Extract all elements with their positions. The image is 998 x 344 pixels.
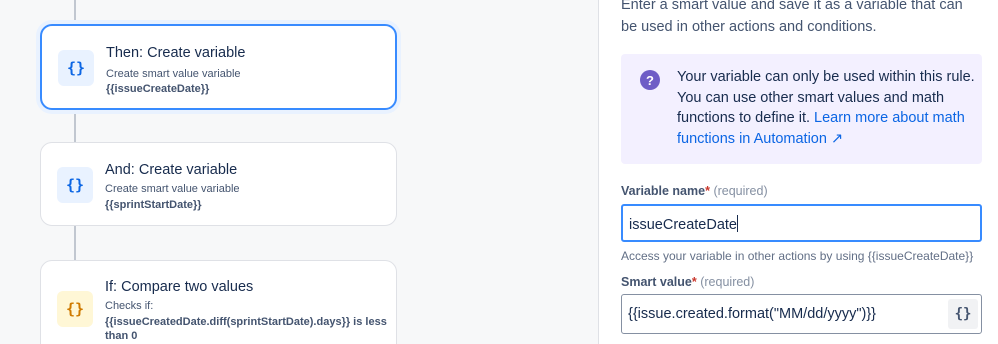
rule-card-compare-values[interactable]: {} If: Compare two values Checks if: {{i… [40,260,397,344]
question-icon: ? [640,70,660,90]
variable-name-field[interactable]: issueCreateDate [621,204,982,242]
panel-divider [598,0,599,344]
variable-name-value: issueCreateDate [629,217,737,233]
text-caret [737,215,738,232]
required-text: (required) [700,275,755,289]
required-mark: * [705,184,710,198]
variable-name-helper: Access your variable in other actions by… [621,249,974,263]
info-section-message: ? Your variable can only be used within … [621,54,982,164]
smart-value-field[interactable]: {{issue.created.format("MM/dd/yyyy")}} {… [621,294,982,334]
connector-line [74,0,76,24]
connector-line [74,110,76,142]
panel-intro: Enter a smart value and save it as a var… [621,0,963,35]
connector-line [74,226,76,260]
card-title: Then: Create variable [106,45,246,61]
card-subtitle: Create smart value variable [105,183,240,195]
label-text: Smart value [621,275,692,289]
card-variable: {{sprintStartDate}} [105,199,202,211]
required-mark: * [691,275,697,289]
label-text: Variable name [621,184,706,198]
card-variable: {{issueCreateDate}} [106,83,210,95]
card-subtitle: Create smart value variable [106,68,241,80]
rule-card-create-variable-1[interactable]: {} Then: Create variable Create smart va… [40,24,397,110]
required-text: (required) [713,184,768,198]
variable-name-label: Variable name* (required) [621,184,768,198]
card-condition-line1: {{issueCreatedDate.diff(sprintStartDate)… [105,316,387,328]
card-title: And: Create variable [105,162,238,178]
smart-value-label: Smart value* (required) [621,275,754,289]
braces-icon: {} [58,50,94,86]
insert-smart-value-button[interactable]: {} [948,299,978,329]
braces-icon: {} [57,167,93,203]
card-subtitle: Checks if: [105,300,154,312]
rule-canvas: {} Then: Create variable Create smart va… [0,0,598,344]
card-title: If: Compare two values [105,279,254,295]
rule-card-create-variable-2[interactable]: {} And: Create variable Create smart val… [40,142,397,226]
smart-value-text: {{issue.created.format("MM/dd/yyyy")}} [628,306,877,322]
variable-name-value-wrap: issueCreateDate [629,215,738,233]
braces-condition-icon: {} [57,291,93,327]
card-condition-line2: than 0 [105,330,138,342]
info-text-block: Your variable can only be used within th… [677,67,977,149]
